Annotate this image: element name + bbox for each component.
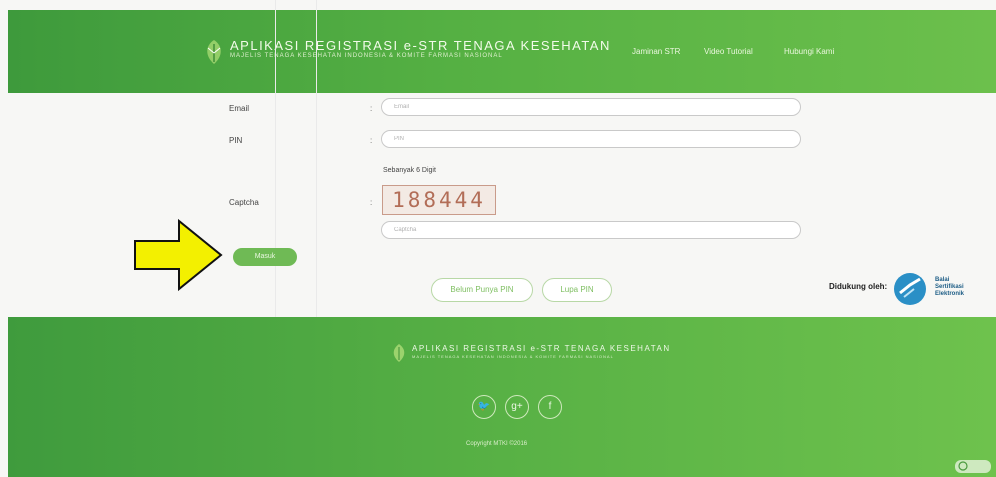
supported-by-label: Didukung oleh:	[829, 282, 888, 291]
google-plus-icon[interactable]: g+	[505, 395, 529, 419]
footer-leaf-logo-icon	[393, 344, 405, 362]
footer-bar	[8, 317, 996, 477]
nav-video-tutorial[interactable]: Video Tutorial	[704, 47, 753, 56]
email-input[interactable]	[381, 98, 801, 116]
twitter-icon[interactable]: 🐦	[472, 395, 496, 419]
header-title: APLIKASI REGISTRASI e-STR TENAGA KESEHAT…	[230, 38, 611, 53]
bse-line-3: Elektronik	[935, 291, 965, 297]
copyright-text: Copyright MTKI ©2016	[466, 441, 528, 447]
pin-input[interactable]	[381, 130, 801, 148]
login-button[interactable]: Masuk	[233, 248, 297, 266]
pin-colon: :	[370, 136, 373, 145]
nav-hubungi-kami[interactable]: Hubungi Kami	[784, 47, 834, 56]
bse-line-2: Sertifikasi	[935, 284, 964, 290]
nav-jaminan-str[interactable]: Jaminan STR	[632, 47, 680, 56]
forgot-pin-link[interactable]: Lupa PIN	[542, 278, 612, 302]
bse-line-1: Balai	[935, 277, 950, 283]
arrow-annotation-icon	[134, 218, 223, 292]
captcha-colon: :	[370, 198, 373, 207]
footer-title: APLIKASI REGISTRASI e-STR TENAGA KESEHAT…	[412, 344, 671, 353]
captcha-image: 188444	[382, 185, 496, 215]
pin-label: PIN	[229, 136, 243, 145]
email-label: Email	[229, 104, 250, 113]
footer-subtitle: MAJELIS TENAGA KESEHATAN INDONESIA & KOM…	[412, 354, 614, 359]
captcha-label: Captcha	[229, 198, 259, 207]
leaf-logo-icon	[207, 40, 221, 64]
no-pin-link[interactable]: Belum Punya PIN	[431, 278, 533, 302]
pin-hint: Sebanyak 6 Digit	[383, 167, 436, 174]
captcha-input[interactable]	[381, 221, 801, 239]
chat-widget-icon[interactable]	[955, 458, 991, 474]
facebook-icon[interactable]: f	[538, 395, 562, 419]
header-subtitle: MAJELIS TENAGA KESEHATAN INDONESIA & KOM…	[230, 53, 503, 59]
bse-org-name: Balai Sertifikasi Elektronik	[935, 277, 964, 298]
layout-divider	[275, 0, 276, 317]
email-colon: :	[370, 104, 373, 113]
layout-divider	[316, 0, 317, 317]
bse-logo-icon	[894, 273, 926, 305]
